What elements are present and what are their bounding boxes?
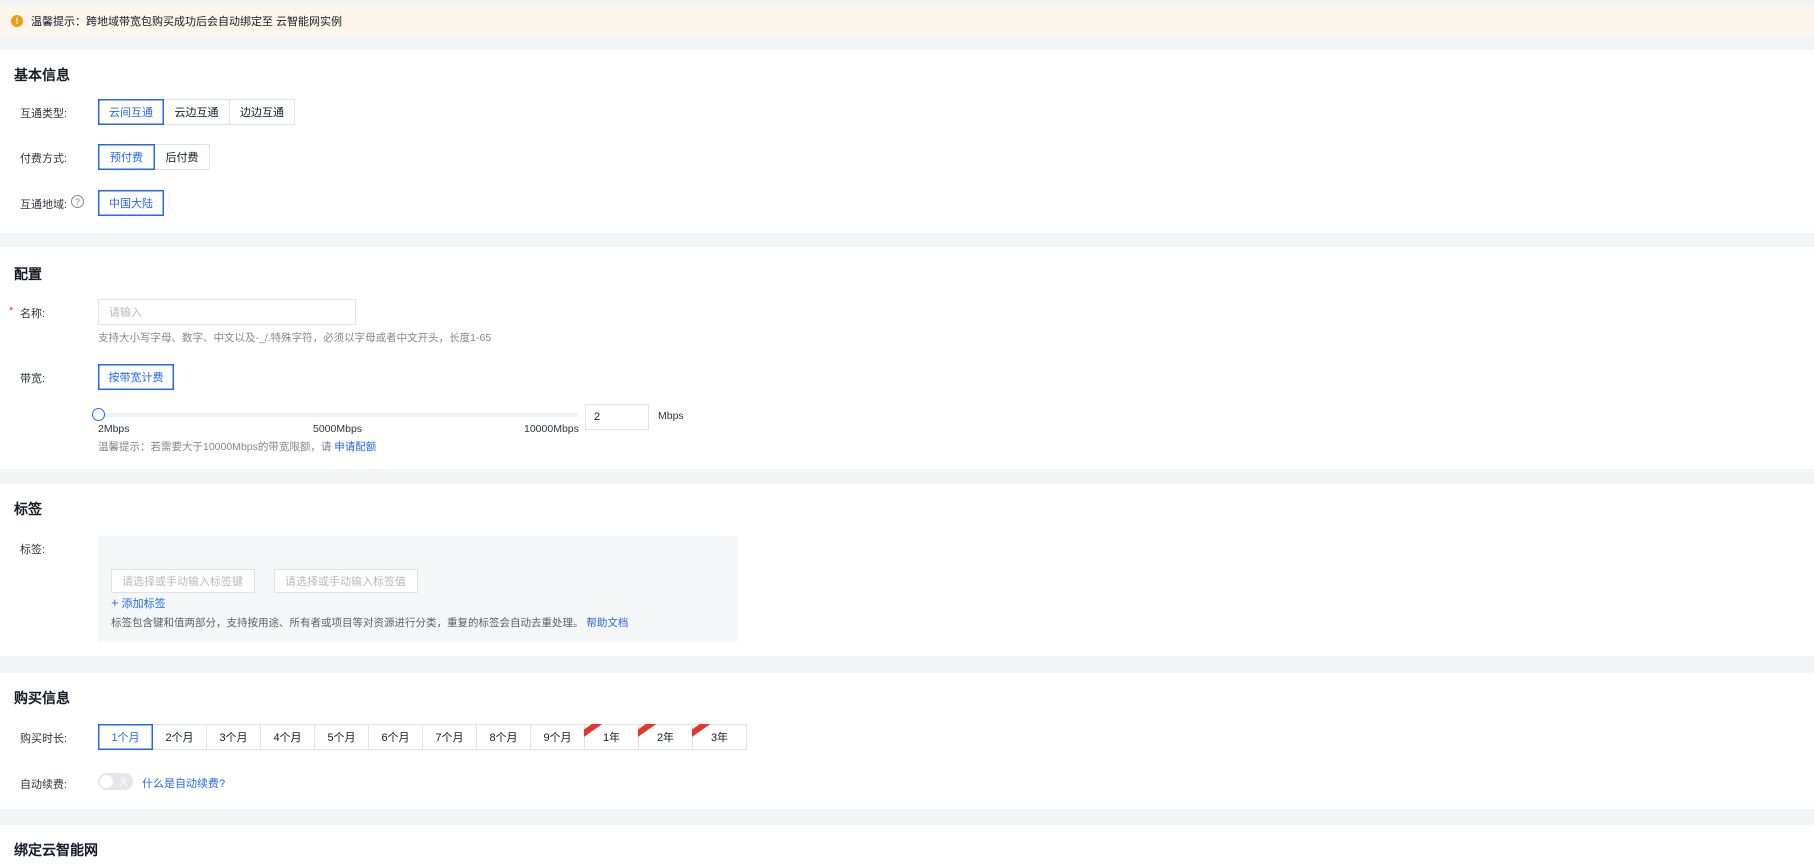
duration-option-label: 1年 [602,732,621,744]
auto-renew-help-link[interactable]: 什么是自动续费? [142,775,225,791]
duration-option-label: 3年 [710,732,729,744]
pay-label: 付费方式: [20,153,68,165]
quota-hint: 温馨提示：若需要大于10000Mbps的带宽限额，请 申请配额 [98,439,376,454]
notice-bar: ! 温馨提示：跨地域带宽包购买成功后会自动绑定至 云智能网实例 [0,6,1814,36]
duration-option[interactable]: 4个月 [260,724,315,750]
required-mark: * [9,305,14,317]
duration-option-2year[interactable]: 2年 [638,724,693,750]
discount-ribbon-icon [638,724,656,738]
section-title-bind: 绑定云智能网 [14,842,98,858]
discount-ribbon-icon [692,724,710,738]
tag-hint: 标签包含键和值两部分，支持按用途、所有者或项目等对资源进行分类，重复的标签会自动… [111,615,628,630]
type-option-cloud-cloud[interactable]: 云间互通 [98,99,164,125]
tag-hint-text: 标签包含键和值两部分，支持按用途、所有者或项目等对资源进行分类，重复的标签会自动… [111,617,584,629]
duration-option-1year[interactable]: 1年 [584,724,639,750]
name-label: 名称: [20,308,46,320]
section-title-config: 配置 [14,266,42,282]
duration-option[interactable]: 8个月 [476,724,531,750]
tag-key-input[interactable]: 请选择或手动输入标签键 [111,569,255,593]
duration-option[interactable]: 1个月 [98,724,153,750]
duration-option[interactable]: 7个月 [422,724,477,750]
bandwidth-slider-handle[interactable] [92,408,105,421]
pay-option-postpaid[interactable]: 后付费 [154,144,210,170]
duration-selector: 1个月 2个月 3个月 4个月 5个月 6个月 7个月 8个月 9个月 1年 2… [98,724,747,750]
bandwidth-label: 带宽: [20,373,46,385]
notice-text: 温馨提示：跨地域带宽包购买成功后会自动绑定至 云智能网实例 [31,16,343,28]
toggle-knob [100,775,113,788]
warning-icon: ! [11,15,23,27]
bandwidth-option-by-bandwidth[interactable]: 按带宽计费 [98,364,174,390]
add-tag-label: 添加标签 [121,598,166,610]
type-label: 互通类型: [20,108,68,120]
duration-label: 购买时长: [20,733,68,745]
quota-hint-text: 温馨提示：若需要大于10000Mbps的带宽限额，请 [98,441,332,453]
tags-label: 标签: [20,544,46,556]
type-selector: 云间互通 云边互通 边边互通 [98,99,295,125]
bandwidth-selector: 按带宽计费 [98,364,174,390]
duration-option[interactable]: 9个月 [530,724,585,750]
bandwidth-unit: Mbps [658,410,684,422]
duration-option-label: 2年 [656,732,675,744]
section-title-purchase: 购买信息 [14,690,70,706]
section-title-basic: 基本信息 [14,67,70,83]
name-hint: 支持大小写字母、数字、中文以及-_/.特殊字符，必须以字母或者中文开头，长度1-… [98,332,492,344]
basic-info-section: 基本信息 互通类型: 云间互通 云边互通 边边互通 付费方式: 预付费 后付费 … [0,50,1814,233]
auto-renew-label: 自动续费: [20,779,68,791]
auto-renew-toggle[interactable]: 关 [98,773,133,790]
duration-option[interactable]: 6个月 [368,724,423,750]
slider-min-label: 2Mbps [98,423,130,435]
name-input[interactable]: 请输入 [98,299,356,325]
tag-editor: 请选择或手动输入标签键 请选择或手动输入标签值 + 添加标签 标签包含键和值两部分… [98,536,738,642]
discount-ribbon-icon [584,724,602,738]
region-label: 互通地域: [20,199,68,211]
type-option-edge-edge[interactable]: 边边互通 [229,99,295,125]
bandwidth-slider-track[interactable] [98,413,578,417]
type-option-cloud-edge[interactable]: 云边互通 [163,99,230,125]
bind-section: 绑定云智能网 [0,825,1814,867]
tag-value-input[interactable]: 请选择或手动输入标签值 [274,569,418,593]
apply-quota-link[interactable]: 申请配额 [334,441,376,453]
region-selector: 中国大陆 [98,190,164,216]
help-icon[interactable]: ? [71,195,84,208]
duration-option[interactable]: 2个月 [152,724,207,750]
region-option-mainland[interactable]: 中国大陆 [98,190,164,216]
section-title-tags: 标签 [14,501,42,517]
slider-mid-label: 5000Mbps [313,423,363,435]
bandwidth-value-input[interactable]: 2 [585,404,649,430]
add-tag-button[interactable]: + 添加标签 [111,595,166,611]
help-doc-link[interactable]: 帮助文档 [586,617,628,629]
plus-icon: + [111,595,119,610]
duration-option[interactable]: 5个月 [314,724,369,750]
pay-option-prepaid[interactable]: 预付费 [98,144,155,170]
slider-max-label: 10000Mbps [524,423,579,435]
toggle-state-text: 关 [118,777,128,787]
duration-option-3year[interactable]: 3年 [692,724,747,750]
pay-selector: 预付费 后付费 [98,144,210,170]
config-section: 配置 * 名称: [0,247,1814,469]
duration-option[interactable]: 3个月 [206,724,261,750]
